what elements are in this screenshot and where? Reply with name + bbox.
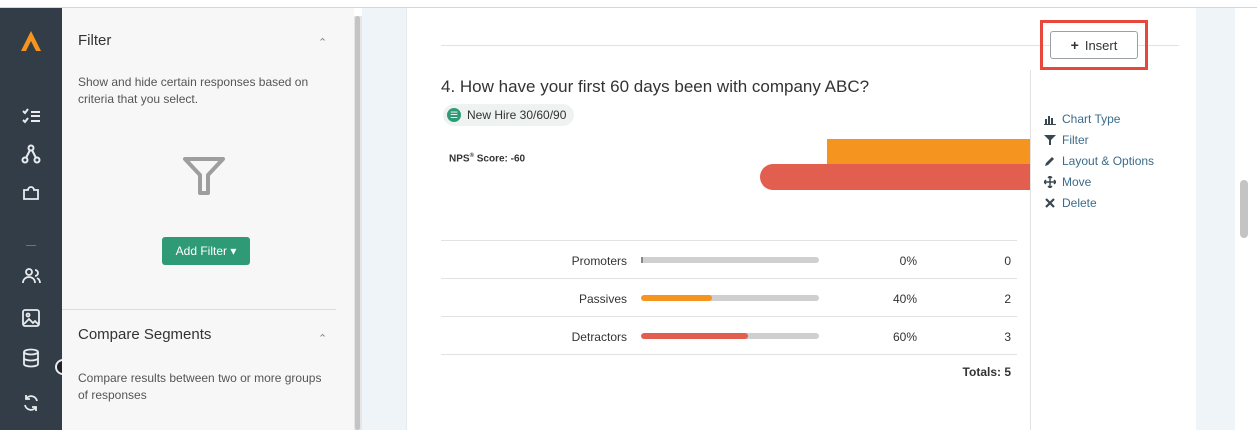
action-label: Filter bbox=[1062, 132, 1089, 147]
move-arrows-icon bbox=[1044, 175, 1056, 188]
filter-icon bbox=[1044, 134, 1056, 146]
close-icon bbox=[1044, 197, 1056, 209]
row-percent: 0% bbox=[899, 254, 917, 268]
nps-detractors-bar bbox=[760, 164, 1030, 190]
add-filter-button[interactable]: Add Filter ▾ bbox=[162, 237, 250, 265]
action-layout-options[interactable]: Layout & Options bbox=[1044, 150, 1154, 171]
users-icon[interactable] bbox=[21, 266, 41, 286]
action-delete[interactable]: Delete bbox=[1044, 192, 1154, 213]
collapse-filter-chevron-icon[interactable]: ⌃ bbox=[318, 36, 327, 49]
tag-label: New Hire 30/60/90 bbox=[467, 108, 567, 122]
image-icon[interactable] bbox=[21, 308, 41, 328]
list-icon: ☰ bbox=[447, 108, 461, 122]
totals-row: Totals: 5 bbox=[441, 354, 1017, 384]
content-gutter-right bbox=[1196, 8, 1235, 430]
compare-segments-title: Compare Segments bbox=[78, 326, 212, 343]
action-move[interactable]: Move bbox=[1044, 171, 1154, 192]
row-percent: 60% bbox=[892, 330, 917, 344]
filter-sidebar: Filter ⌃ Show and hide certain responses… bbox=[62, 8, 354, 430]
main-scrollbar[interactable] bbox=[1240, 180, 1248, 238]
results-row: Detractors 60% 3 bbox=[441, 316, 1017, 354]
filter-section-title: Filter bbox=[78, 32, 112, 49]
puzzle-icon[interactable] bbox=[21, 182, 41, 202]
row-label: Passives bbox=[578, 292, 627, 306]
row-percent: 40% bbox=[892, 292, 917, 306]
row-progress-bar bbox=[641, 333, 819, 339]
row-progress-bar bbox=[641, 257, 819, 263]
insert-button-label: Insert bbox=[1084, 37, 1118, 53]
row-progress-fill bbox=[641, 333, 748, 339]
nps-passives-bar bbox=[827, 139, 1030, 164]
row-progress-bar bbox=[641, 295, 819, 301]
collapse-compare-chevron-icon[interactable]: ⌃ bbox=[318, 332, 327, 345]
action-label: Layout & Options bbox=[1062, 153, 1155, 168]
database-icon[interactable] bbox=[21, 348, 41, 368]
row-label: Promoters bbox=[571, 254, 627, 268]
action-label: Chart Type bbox=[1062, 111, 1121, 126]
question-tag[interactable]: ☰ New Hire 30/60/90 bbox=[443, 104, 575, 126]
funnel-icon bbox=[183, 157, 225, 195]
rail-separator bbox=[26, 245, 36, 246]
action-chart-type[interactable]: Chart Type bbox=[1044, 108, 1154, 129]
results-row: Promoters 0% 0 bbox=[441, 240, 1017, 278]
row-count: 0 bbox=[1004, 254, 1011, 268]
filter-description: Show and hide certain responses based on… bbox=[78, 75, 309, 106]
pencil-icon bbox=[1044, 155, 1056, 167]
totals-label: Totals: 5 bbox=[962, 365, 1011, 379]
insert-button[interactable]: + Insert bbox=[1050, 31, 1138, 59]
row-zero-marker bbox=[641, 257, 643, 263]
actions-column-divider bbox=[1030, 70, 1031, 430]
row-label: Detractors bbox=[571, 330, 627, 344]
action-label: Delete bbox=[1062, 195, 1097, 210]
compare-description: Compare results between two or more grou… bbox=[78, 371, 322, 402]
refresh-icon[interactable] bbox=[21, 393, 41, 413]
question-report-card: 4. How have your first 60 days been with… bbox=[406, 8, 1196, 430]
bar-chart-icon bbox=[1044, 113, 1056, 125]
question-title: 4. How have your first 60 days been with… bbox=[441, 77, 870, 96]
share-nodes-icon[interactable] bbox=[21, 144, 41, 164]
sidebar-scrollbar[interactable] bbox=[355, 16, 360, 430]
row-progress-fill bbox=[641, 295, 713, 301]
logo-icon[interactable] bbox=[20, 30, 42, 52]
results-table: Promoters 0% 0 Passives 40% 2 Detractors 60% 3 To… bbox=[441, 240, 1017, 384]
sidebar-divider bbox=[62, 309, 336, 310]
content-gutter-left bbox=[362, 8, 406, 430]
action-label: Move bbox=[1062, 174, 1092, 189]
results-row: Passives 40% 2 bbox=[441, 278, 1017, 316]
question-actions: Chart Type Filter Layout & Options Move Dele… bbox=[1044, 108, 1154, 213]
row-count: 2 bbox=[1004, 292, 1011, 306]
nps-score-label: NPS® Score: -60 bbox=[449, 153, 526, 165]
plus-icon: + bbox=[1070, 37, 1079, 53]
action-filter[interactable]: Filter bbox=[1044, 129, 1154, 150]
row-count: 3 bbox=[1004, 330, 1011, 344]
checklist-icon[interactable] bbox=[21, 106, 41, 126]
app-icon-rail: › bbox=[0, 8, 71, 430]
